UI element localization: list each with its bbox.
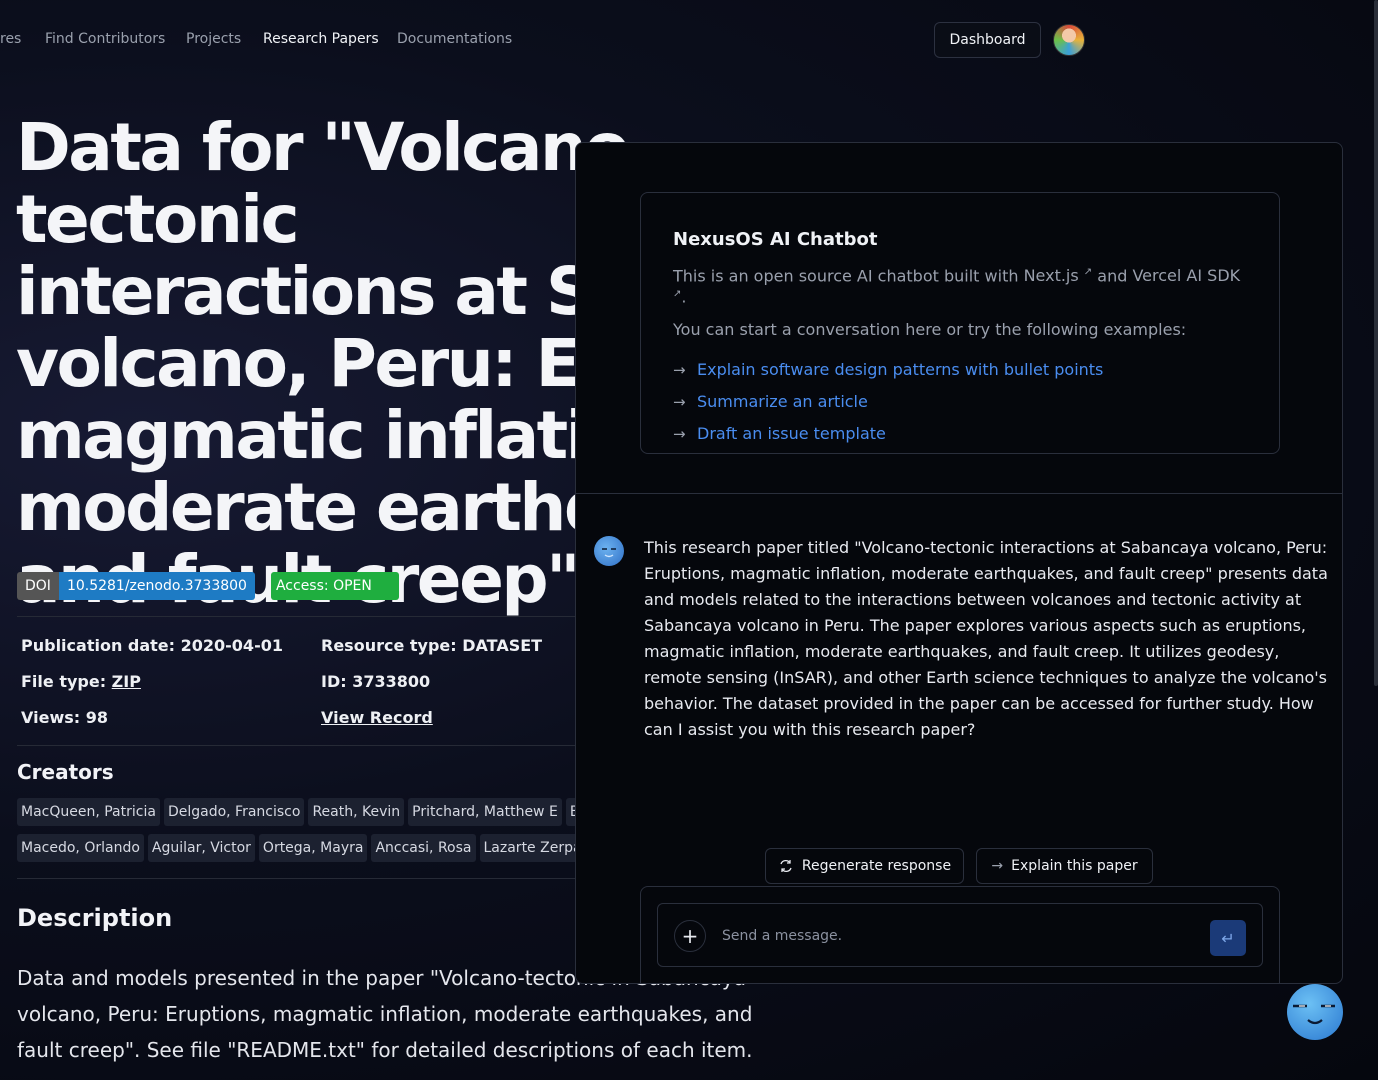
example-prompt-label: Draft an issue template xyxy=(697,424,886,444)
creator-chip[interactable]: Anccasi, Rosa xyxy=(371,834,476,862)
arrow-right-icon: → xyxy=(673,392,686,411)
bot-avatar-icon xyxy=(594,536,624,566)
external-link-icon: ↗ xyxy=(1083,267,1093,278)
plus-icon[interactable]: + xyxy=(674,920,706,952)
chat-separator xyxy=(576,493,1342,494)
creator-chip[interactable]: Reath, Kevin xyxy=(308,798,405,826)
intro-text: This is an open source AI chatbot built … xyxy=(673,266,1024,286)
creator-chip[interactable]: Delgado, Francisco xyxy=(163,798,305,826)
example-prompts: → Explain software design patterns with … xyxy=(673,360,1247,444)
creator-chip[interactable]: MacQueen, Patricia xyxy=(17,798,160,826)
arrow-right-icon: → xyxy=(673,424,686,443)
chat-welcome-card: NexusOS AI Chatbot This is an open sourc… xyxy=(640,192,1280,454)
explain-paper-button[interactable]: → Explain this paper xyxy=(976,848,1153,884)
creator-chip[interactable]: Macedo, Orlando xyxy=(17,834,144,862)
intro-and: and xyxy=(1092,266,1133,286)
nav-link-find-contributors[interactable]: Find Contributors xyxy=(45,31,165,47)
regenerate-label: Regenerate response xyxy=(801,858,952,874)
divider xyxy=(17,745,577,746)
explain-label: Explain this paper xyxy=(1011,858,1138,874)
intro-end: . xyxy=(681,287,687,307)
creator-chip[interactable]: Aguilar, Victor xyxy=(147,834,255,862)
nextjs-link[interactable]: Next.js ↗ xyxy=(1024,266,1093,285)
composer-container: + ↵ xyxy=(640,886,1280,983)
example-prompt[interactable]: → Draft an issue template xyxy=(673,424,1247,444)
chat-examples-intro: You can start a conversation here or try… xyxy=(673,319,1187,339)
enter-icon: ↵ xyxy=(1221,928,1235,948)
views-count: Views: 98 xyxy=(21,708,108,727)
creators-heading: Creators xyxy=(17,760,114,784)
nav-link-projects[interactable]: Projects xyxy=(186,31,241,47)
chat-welcome-intro: This is an open source AI chatbot built … xyxy=(673,264,1247,307)
arrow-right-icon: → xyxy=(991,858,1004,874)
view-record-link[interactable]: View Record xyxy=(321,708,433,727)
nextjs-link-label: Next.js xyxy=(1023,266,1079,286)
example-prompt-label: Explain software design patterns with bu… xyxy=(697,360,1104,380)
user-avatar[interactable] xyxy=(1053,24,1085,56)
file-type-link[interactable]: ZIP xyxy=(112,672,141,691)
nav-link-features[interactable]: res xyxy=(0,31,21,47)
publication-date: Publication date: 2020-04-01 xyxy=(21,636,283,655)
message-input[interactable] xyxy=(722,924,1192,948)
refresh-icon xyxy=(780,859,792,873)
creator-chip[interactable]: Pritchard, Matthew E xyxy=(408,798,562,826)
send-button[interactable]: ↵ xyxy=(1210,920,1246,956)
chatbot-launcher-button[interactable] xyxy=(1287,984,1343,1040)
access-badge: Access: OPEN xyxy=(270,572,399,600)
dashboard-button[interactable]: Dashboard xyxy=(934,22,1041,58)
divider xyxy=(17,616,577,617)
doi-badge-label[interactable]: DOI xyxy=(17,572,59,600)
composer: + ↵ xyxy=(657,903,1263,967)
resource-type: Resource type: DATASET xyxy=(321,636,543,655)
example-prompt-label: Summarize an article xyxy=(697,392,868,412)
nav-link-research-papers[interactable]: Research Papers xyxy=(263,31,379,47)
bot-message: This research paper titled "Volcano-tect… xyxy=(644,538,1328,739)
example-prompt[interactable]: → Summarize an article xyxy=(673,392,1247,412)
record-id: ID: 3733800 xyxy=(321,672,431,691)
bot-face-icon xyxy=(602,548,616,558)
top-navigation: res Find Contributors Projects Research … xyxy=(0,0,1378,80)
creators-row: Macedo, Orlando Aguilar, Victor Ortega, … xyxy=(17,834,625,862)
nav-link-documentations[interactable]: Documentations xyxy=(397,31,512,47)
divider xyxy=(17,878,577,879)
page-scrollbar[interactable] xyxy=(1374,0,1378,686)
bot-face-icon xyxy=(1293,1004,1335,1025)
chat-welcome-title: NexusOS AI Chatbot xyxy=(673,229,878,250)
chatbot-panel: NexusOS AI Chatbot This is an open sourc… xyxy=(575,142,1343,984)
doi-badge-value[interactable]: 10.5281/zenodo.3733800 xyxy=(58,572,255,600)
example-prompt[interactable]: → Explain software design patterns with … xyxy=(673,360,1247,380)
arrow-right-icon: → xyxy=(673,360,686,379)
creators-row: MacQueen, Patricia Delgado, Francisco Re… xyxy=(17,798,619,826)
file-type: File type: ZIP xyxy=(21,672,141,691)
regenerate-response-button[interactable]: Regenerate response xyxy=(765,848,964,884)
file-type-label: File type: xyxy=(21,672,112,691)
description-heading: Description xyxy=(17,904,173,932)
creator-chip[interactable]: Ortega, Mayra xyxy=(258,834,368,862)
badges: DOI 10.5281/zenodo.3733800 Access: OPEN xyxy=(17,572,399,600)
vercel-link-label: Vercel AI SDK xyxy=(1132,266,1241,286)
